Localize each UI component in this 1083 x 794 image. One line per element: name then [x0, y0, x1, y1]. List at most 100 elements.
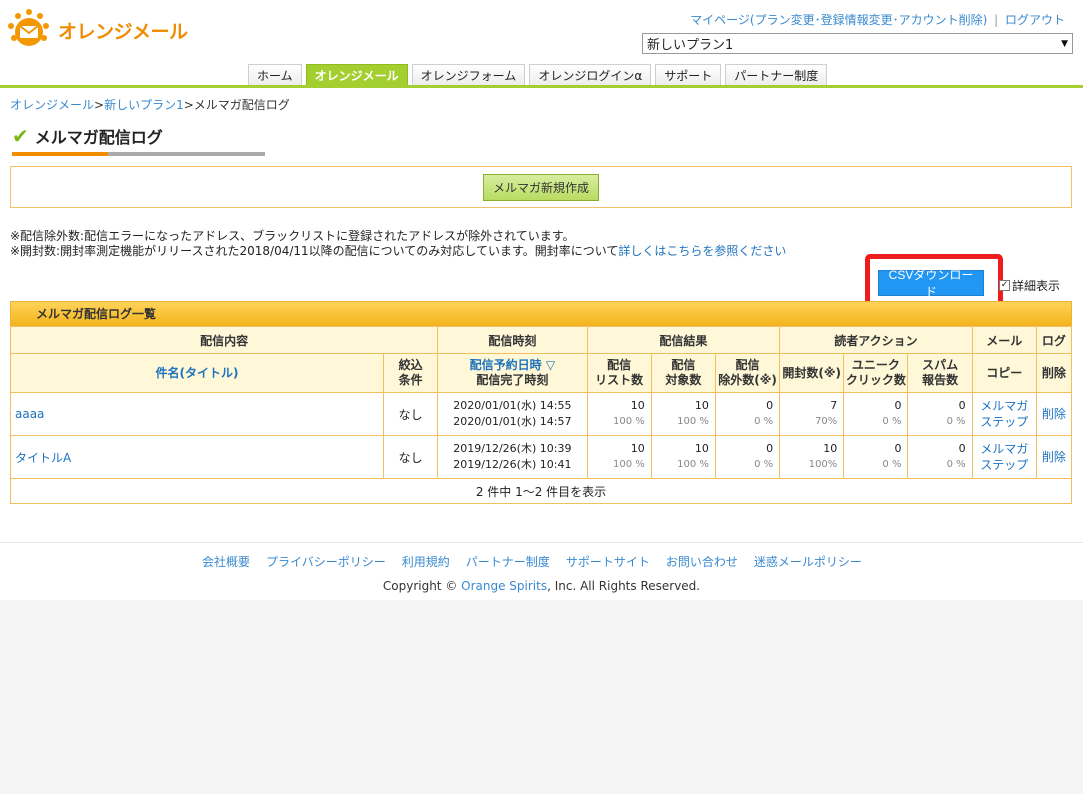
row-scheduled: 2019/12/26(木) 10:39	[453, 442, 572, 455]
detail-checkbox[interactable]: ✓	[999, 280, 1010, 291]
group-content: 配信内容	[9, 326, 439, 354]
value: 10	[694, 442, 709, 455]
copyright-prefix: Copyright ©	[382, 579, 462, 593]
new-newsletter-button[interactable]: メルマガ新規作成	[482, 173, 599, 201]
tab-orange-login[interactable]: オレンジログインα	[529, 64, 652, 86]
footer-link-support[interactable]: サポートサイト	[566, 553, 650, 570]
delete-log-link[interactable]: 削除	[1042, 407, 1066, 421]
col-target-1: 配信	[671, 358, 696, 372]
row-excluded: 00 %	[714, 392, 781, 436]
percent: 100 %	[612, 459, 645, 470]
tab-orange-mail[interactable]: オレンジメール	[305, 64, 408, 86]
col-filter-1: 絞込	[398, 358, 423, 372]
sort-scheduled-link[interactable]: 配信予約日時 ▽	[470, 358, 555, 372]
col-copy: コピー	[971, 353, 1037, 393]
percent: 100 %	[612, 416, 645, 427]
col-target: 配信 対象数	[650, 353, 716, 393]
breadcrumb: オレンジメール>新しいプラン1>メルマガ配信ログ	[10, 96, 290, 113]
percent: 100%	[808, 459, 838, 470]
breadcrumb-plan[interactable]: 新しいプラン1	[104, 98, 184, 112]
mypage-link[interactable]: マイページ(プラン変更･登録情報変更･アカウント削除)	[690, 13, 987, 27]
row-title-link[interactable]: aaaa	[15, 407, 44, 421]
tab-partner[interactable]: パートナー制度	[725, 64, 828, 86]
row-delete: 削除	[1035, 392, 1073, 436]
copy-step-link[interactable]: ステップ	[980, 458, 1028, 472]
col-spam: スパム 報告数	[907, 353, 973, 393]
csv-download-button[interactable]: CSVダウンロード	[878, 268, 984, 299]
group-mail: メール	[971, 326, 1037, 354]
table-footer-row: 2 件中 1〜2 件目を表示	[10, 478, 1072, 504]
row-unique-clicks: 00 %	[843, 392, 909, 436]
row-spam: 00 %	[907, 392, 973, 436]
col-delete: 削除	[1035, 353, 1073, 393]
note-opens-text: ※開封数:開封率測定機能がリリースされた2018/04/11以降の配信についての…	[10, 244, 619, 258]
row-target: 10 100 %	[650, 392, 716, 436]
tab-orange-form[interactable]: オレンジフォーム	[411, 64, 526, 86]
note-opens: ※開封数:開封率測定機能がリリースされた2018/04/11以降の配信についての…	[10, 244, 786, 259]
col-excluded: 配信 除外数(※)	[714, 353, 781, 393]
row-completed: 2020/01/01(水) 14:57	[453, 415, 572, 428]
percent: 70%	[815, 416, 838, 427]
col-title-label: 件名(タイトル)	[155, 365, 239, 380]
row-copy: メルマガ ステップ	[971, 392, 1037, 436]
page-title: メルマガ配信ログ	[34, 128, 163, 147]
footer-link-contact[interactable]: お問い合わせ	[666, 553, 738, 570]
footer-link-spam-policy[interactable]: 迷惑メールポリシー	[754, 553, 862, 570]
copy-newsletter-link[interactable]: メルマガ	[980, 399, 1028, 413]
breadcrumb-current: メルマガ配信ログ	[193, 98, 290, 112]
col-list-count: 配信 リスト数	[586, 353, 652, 393]
plan-select-value: 新しいプラン1	[647, 38, 734, 53]
delete-log-link[interactable]: 削除	[1042, 450, 1066, 464]
page-title-block: ✔ メルマガ配信ログ	[12, 124, 265, 156]
tab-label: パートナー制度	[734, 69, 819, 83]
logo-text: オレンジメール	[58, 20, 188, 43]
percent: 0 %	[882, 416, 902, 427]
col-excluded-1: 配信	[735, 358, 760, 372]
footer-link-company[interactable]: 会社概要	[202, 553, 250, 570]
col-spam-2: 報告数	[922, 373, 959, 387]
col-title[interactable]: 件名(タイトル)	[9, 353, 385, 393]
copyright-company-link[interactable]: Orange Spirits	[461, 579, 547, 593]
row-delete: 削除	[1035, 435, 1073, 479]
col-opens: 開封数(※)	[779, 353, 845, 393]
logo[interactable]: オレンジメール	[6, 8, 188, 52]
value: 10	[630, 399, 645, 412]
copy-newsletter-link[interactable]: メルマガ	[980, 442, 1028, 456]
row-completed: 2019/12/26(木) 10:41	[453, 458, 572, 471]
row-filter: なし	[383, 435, 439, 479]
value: 0	[894, 442, 902, 455]
value: 10	[823, 442, 838, 455]
note-excluded: ※配信除外数:配信エラーになったアドレス、ブラックリストに登録されたアドレスが除…	[10, 229, 575, 243]
detail-checkbox-label: 詳細表示	[1012, 279, 1061, 293]
footer-link-terms[interactable]: 利用規約	[402, 553, 450, 570]
row-scheduled: 2020/01/01(水) 14:55	[453, 399, 572, 412]
copy-step-link[interactable]: ステップ	[980, 415, 1028, 429]
breadcrumb-orange-mail[interactable]: オレンジメール	[10, 98, 94, 112]
value: 10	[694, 399, 709, 412]
row-opens: 10 100%	[779, 435, 845, 479]
col-filter: 絞込 条件	[383, 353, 439, 393]
plan-select[interactable]: 新しいプラン1 ▼	[642, 33, 1073, 54]
percent: 0 %	[882, 459, 902, 470]
footer-link-privacy[interactable]: プライバシーポリシー	[266, 553, 386, 570]
row-title-link[interactable]: タイトルA	[15, 451, 71, 465]
detail-toggle[interactable]: ✓ 詳細表示	[999, 277, 1060, 294]
panel-title: メルマガ配信ログ一覧	[10, 301, 1072, 326]
breadcrumb-separator: >	[183, 98, 194, 112]
percent: 100 %	[677, 459, 709, 470]
tab-home[interactable]: ホーム	[248, 64, 302, 86]
footer-links: 会社概要 プライバシーポリシー 利用規約 パートナー制度 サポートサイト お問い…	[202, 553, 862, 570]
open-rate-help-link[interactable]: 詳しくはこちらを参照ください	[618, 244, 786, 258]
logout-link[interactable]: ログアウト	[1005, 13, 1065, 27]
table-group-header: 配信内容 配信時刻 配信結果 読者アクション メール ログ	[9, 326, 1073, 354]
tab-label: ホーム	[257, 69, 293, 83]
col-list-count-2: リスト数	[595, 373, 644, 387]
tab-label: サポート	[664, 69, 713, 83]
copyright: Copyright © Orange Spirits, Inc. All Rig…	[0, 579, 1083, 593]
tab-support[interactable]: サポート	[655, 64, 722, 86]
new-newsletter-box: メルマガ新規作成	[10, 166, 1072, 208]
site-footer: 会社概要 プライバシーポリシー 利用規約 パートナー制度 サポートサイト お問い…	[0, 542, 1083, 600]
footer-link-partner[interactable]: パートナー制度	[466, 553, 550, 570]
copyright-suffix: , Inc. All Rights Reserved.	[547, 579, 701, 593]
row-opens: 7 70%	[779, 392, 845, 436]
